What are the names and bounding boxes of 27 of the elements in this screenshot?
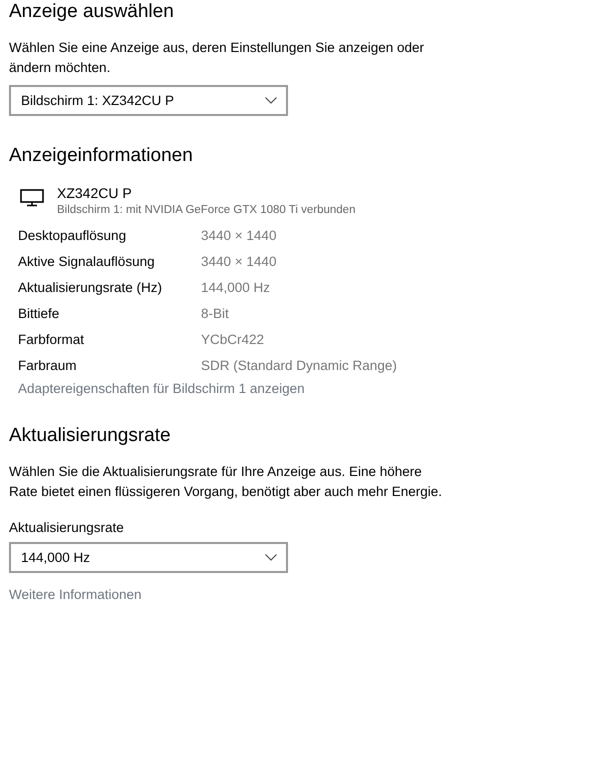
info-value: 3440 × 1440 — [201, 227, 278, 245]
display-dropdown[interactable]: Bildschirm 1: XZ342CU P — [9, 85, 288, 116]
field-label: Aktualisierungsrate — [9, 520, 124, 535]
info-label: Desktopauflösung — [18, 227, 128, 245]
info-value: YCbCr422 — [201, 331, 266, 349]
section-heading: Anzeigeinformationen — [9, 144, 193, 168]
chevron-down-icon — [265, 97, 277, 104]
info-label: Farbformat — [18, 331, 86, 349]
info-value: SDR (Standard Dynamic Range) — [201, 357, 397, 375]
info-value: 144,000 Hz — [201, 279, 272, 297]
chevron-down-icon — [265, 554, 277, 561]
monitor-subtitle: Bildschirm 1: mit NVIDIA GeForce GTX 1080 Ti verbunden — [57, 203, 356, 218]
section-heading: Aktualisierungsrate — [9, 424, 171, 448]
monitor-icon — [20, 189, 44, 207]
more-info-link[interactable]: Weitere Informationen — [9, 587, 142, 602]
section-heading: Anzeige auswählen — [9, 0, 174, 24]
monitor-name: XZ342CU P — [57, 184, 133, 202]
adapter-properties-link[interactable]: Adaptereigenschaften für Bildschirm 1 anzeigen — [18, 381, 305, 396]
info-value: 8-Bit — [201, 305, 230, 323]
info-label: Bittiefe — [18, 305, 60, 323]
info-label: Farbraum — [18, 357, 78, 375]
refresh-rate-dropdown[interactable]: 144,000 Hz — [9, 542, 288, 573]
info-label: Aktive Signalauflösung — [18, 253, 156, 271]
info-label: Aktualisierungsrate (Hz) — [18, 279, 164, 297]
info-value: 3440 × 1440 — [201, 253, 278, 271]
description-text: Wählen Sie eine Anzeige aus, deren Einstellungen Sie anzeigen oder ändern möchten. — [9, 39, 426, 77]
description-text: Wählen Sie die Aktualisierungsrate für Ihre Anzeige aus. Eine höhere Rate bietet einen flüssigeren Vorgang, benötigt aber auch mehr Energie. — [9, 463, 444, 501]
